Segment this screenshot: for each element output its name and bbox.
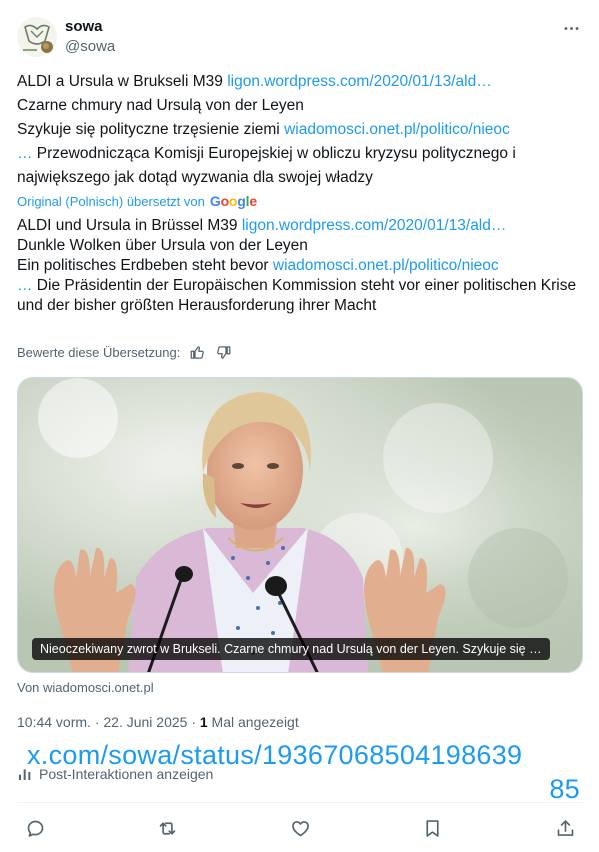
post-line: ALDI a Ursula w Brukseli M39 ligon.wordp… (17, 70, 583, 94)
post-meta: 10:44 vorm. · 22. Juni 2025 · 1 Mal ange… (17, 714, 299, 730)
google-logo: Google (209, 193, 257, 209)
share-icon (557, 819, 573, 836)
post-text-segment: Przewodnicząca Komisji Europejskiej w ob… (17, 145, 516, 186)
post-header: sowa @sowa (17, 14, 583, 60)
bookmark-icon (426, 819, 439, 837)
status-url-overlay: x.com/sowa/status/19367068504198639 85 (27, 738, 583, 806)
like-button[interactable] (282, 810, 318, 846)
translation-text-segment: Ein politisches Erdbeben steht bevor (17, 257, 273, 274)
post-link[interactable]: … (17, 145, 33, 162)
more-icon (564, 26, 578, 30)
post-text-translation: ALDI und Ursula in Brüssel M39 ligon.wor… (17, 216, 583, 316)
translation-link[interactable]: ligon.wordpress.com/2020/01/13/ald… (242, 217, 507, 234)
link-card-source[interactable]: Von wiadomosci.onet.pl (17, 680, 154, 695)
bookmark-button[interactable] (415, 810, 451, 846)
translation-line: ALDI und Ursula in Brüssel M39 ligon.wor… (17, 216, 583, 236)
display-name[interactable]: sowa (65, 18, 103, 35)
rate-translation-label: Bewerte diese Übersetzung: (17, 344, 181, 360)
post-line: Czarne chmury nad Ursulą von der Leyen (17, 97, 304, 114)
post-text-segment: Szykuje się polityczne trzęsienie ziemi (17, 121, 285, 138)
post-timestamp[interactable]: 10:44 vorm. · 22. Juni 2025 · (17, 714, 200, 730)
status-url-line: x.com/sowa/status/19367068504198639 (27, 740, 523, 770)
article-photo (18, 378, 582, 672)
reply-icon (27, 820, 43, 837)
rate-translation: Bewerte diese Übersetzung: (17, 343, 232, 361)
translation-line: Ein politisches Erdbeben steht bevor wia… (17, 256, 583, 276)
link-card-caption: Nieoczekiwany zwrot w Brukseli. Czarne c… (32, 638, 550, 660)
more-options-button[interactable] (559, 16, 583, 40)
post-link[interactable]: ligon.wordpress.com/2020/01/13/ald… (227, 73, 492, 90)
translation-attribution[interactable]: Original (Polnisch) übersetzt von Google (17, 193, 257, 209)
share-button[interactable] (547, 810, 583, 846)
translation-line: Dunkle Wolken über Ursula von der Leyen (17, 237, 308, 254)
user-handle[interactable]: @sowa (65, 38, 115, 55)
repost-button[interactable] (150, 810, 186, 846)
translation-link[interactable]: wiadomosci.onet.pl/politico/nieoc (273, 257, 499, 274)
link-card-image[interactable]: Nieoczekiwany zwrot w Brukseli. Czarne c… (17, 377, 583, 673)
action-bar (17, 810, 583, 846)
post-text-segment: ALDI a Ursula w Brukseli M39 (17, 73, 228, 90)
post-link[interactable]: wiadomosci.onet.pl/politico/nieoc (284, 121, 510, 138)
translation-line: … Die Präsidentin der Europäischen Kommi… (17, 276, 583, 316)
translation-text-segment: Die Präsidentin der Europäischen Kommiss… (17, 277, 577, 314)
post-line: Szykuje się polityczne trzęsienie ziemi … (17, 118, 583, 142)
avatar[interactable] (17, 17, 57, 57)
like-icon (291, 820, 309, 836)
translation-label: Original (Polnisch) übersetzt von (17, 193, 205, 209)
status-url-line: 85 (549, 774, 580, 804)
view-count: 1 (199, 714, 208, 730)
post-text-original: ALDI a Ursula w Brukseli M39 ligon.wordp… (17, 70, 583, 190)
reply-button[interactable] (17, 810, 53, 846)
translation-text-segment: ALDI und Ursula in Brüssel M39 (17, 217, 242, 234)
translation-link[interactable]: … (17, 277, 33, 294)
repost-icon (159, 821, 176, 835)
thumbs-up-icon[interactable] (188, 343, 206, 361)
divider (17, 802, 583, 803)
thumbs-down-icon[interactable] (214, 343, 232, 361)
post-line: … Przewodnicząca Komisji Europejskiej w … (17, 142, 583, 190)
view-label: Mal angezeigt (207, 714, 299, 730)
